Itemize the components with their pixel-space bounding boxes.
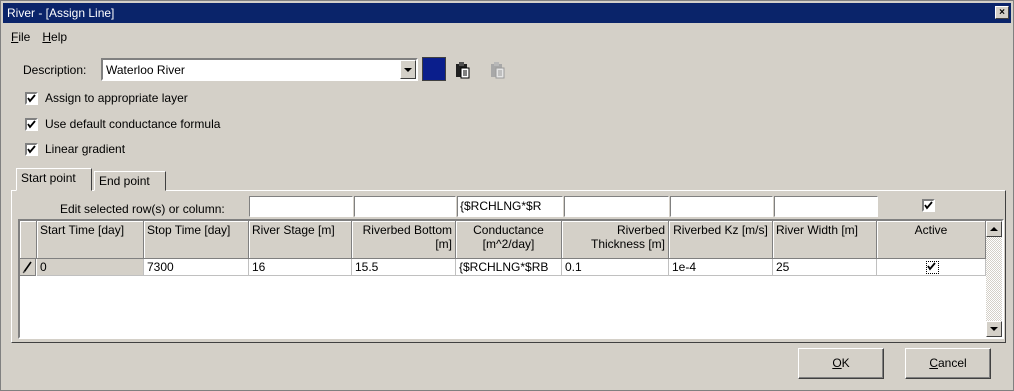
assign-line-dialog: River - [Assign Line] × File Help Descri… <box>0 0 1014 391</box>
description-combobox[interactable]: Waterloo River <box>101 58 418 81</box>
tab-start-point[interactable]: Start point <box>16 168 92 191</box>
cancel-button[interactable]: Cancel <box>905 348 991 379</box>
cell-conductance[interactable]: {$RCHLNG*$RB <box>456 259 562 276</box>
tab-end-point[interactable]: End point <box>94 171 166 191</box>
column-header-active[interactable]: Active <box>877 221 986 259</box>
option-assign-layer[interactable]: Assign to appropriate layer <box>25 90 188 106</box>
linear-gradient-checkbox[interactable] <box>25 142 38 156</box>
option-linear-gradient[interactable]: Linear gradient <box>25 141 125 157</box>
grid-scrollbar[interactable] <box>986 221 1002 337</box>
grid-corner <box>20 221 37 259</box>
edit-active-checkbox[interactable] <box>922 199 935 212</box>
paste-disabled-icon[interactable] <box>488 61 506 79</box>
description-label: Description: <box>23 63 87 77</box>
default-conductance-checkbox[interactable] <box>25 117 38 131</box>
column-header-riverbed-thickness[interactable]: Riverbed Thickness [m] <box>562 221 669 259</box>
menu-file[interactable]: File <box>11 28 30 46</box>
line-color-swatch[interactable] <box>422 57 446 81</box>
pencil-icon <box>22 261 32 274</box>
column-header-riverbed-bottom[interactable]: Riverbed Bottom [m] <box>352 221 456 259</box>
edit-riverbed-thickness[interactable] <box>670 196 773 217</box>
edit-selected-label: Edit selected row(s) or column: <box>60 202 225 216</box>
row-header[interactable] <box>20 259 36 276</box>
chevron-up-icon <box>990 227 998 231</box>
edit-riverbed-bottom[interactable]: {$RCHLNG*$R <box>457 196 563 217</box>
column-header-start-time[interactable]: Start Time [day] <box>37 221 144 259</box>
cell-river-stage[interactable]: 16 <box>249 259 352 276</box>
cell-start-time[interactable]: 0 <box>37 259 144 276</box>
linear-gradient-label: Linear gradient <box>45 142 126 156</box>
cell-stop-time[interactable]: 7300 <box>144 259 249 276</box>
scroll-track[interactable] <box>986 237 1002 321</box>
title-bar: River - [Assign Line] × <box>3 3 1011 23</box>
assign-layer-label: Assign to appropriate layer <box>45 91 188 105</box>
column-header-river-width[interactable]: River Width [m] <box>773 221 877 259</box>
option-default-conductance[interactable]: Use default conductance formula <box>25 116 220 132</box>
description-value[interactable]: Waterloo River <box>106 62 185 78</box>
cell-active[interactable] <box>877 259 986 276</box>
row-active-checkbox[interactable] <box>926 261 939 274</box>
cell-riverbed-bottom[interactable]: 15.5 <box>352 259 456 276</box>
cell-river-width[interactable]: 25 <box>773 259 877 276</box>
default-conductance-label: Use default conductance formula <box>45 117 221 131</box>
scroll-up-button[interactable] <box>986 221 1002 237</box>
paste-icon[interactable] <box>453 61 471 79</box>
edit-riverbed-kz[interactable] <box>774 196 878 217</box>
chevron-down-icon <box>404 67 412 72</box>
assign-layer-checkbox[interactable] <box>25 91 38 105</box>
cell-riverbed-thickness[interactable]: 0.1 <box>562 259 669 276</box>
chevron-down-icon <box>990 327 998 331</box>
edit-conductance[interactable] <box>564 196 669 217</box>
ok-button[interactable]: OK <box>798 348 884 379</box>
column-header-stop-time[interactable]: Stop Time [day] <box>144 221 249 259</box>
column-header-river-stage[interactable]: River Stage [m] <box>249 221 352 259</box>
column-header-conductance[interactable]: Conductance [m^2/day] <box>456 221 562 259</box>
data-grid[interactable]: Start Time [day] Stop Time [day] River S… <box>18 219 1004 339</box>
cell-riverbed-kz[interactable]: 1e-4 <box>669 259 773 276</box>
scroll-down-button[interactable] <box>986 321 1002 337</box>
menu-bar: File Help <box>11 28 67 46</box>
close-button[interactable]: × <box>995 6 1009 19</box>
edit-river-stage[interactable] <box>354 196 456 217</box>
menu-help[interactable]: Help <box>42 28 67 46</box>
edit-stop-time[interactable] <box>249 196 353 217</box>
column-header-riverbed-kz[interactable]: Riverbed Kz [m/s] <box>669 221 773 259</box>
dropdown-button[interactable] <box>400 60 416 79</box>
window-title: River - [Assign Line] <box>7 6 115 20</box>
